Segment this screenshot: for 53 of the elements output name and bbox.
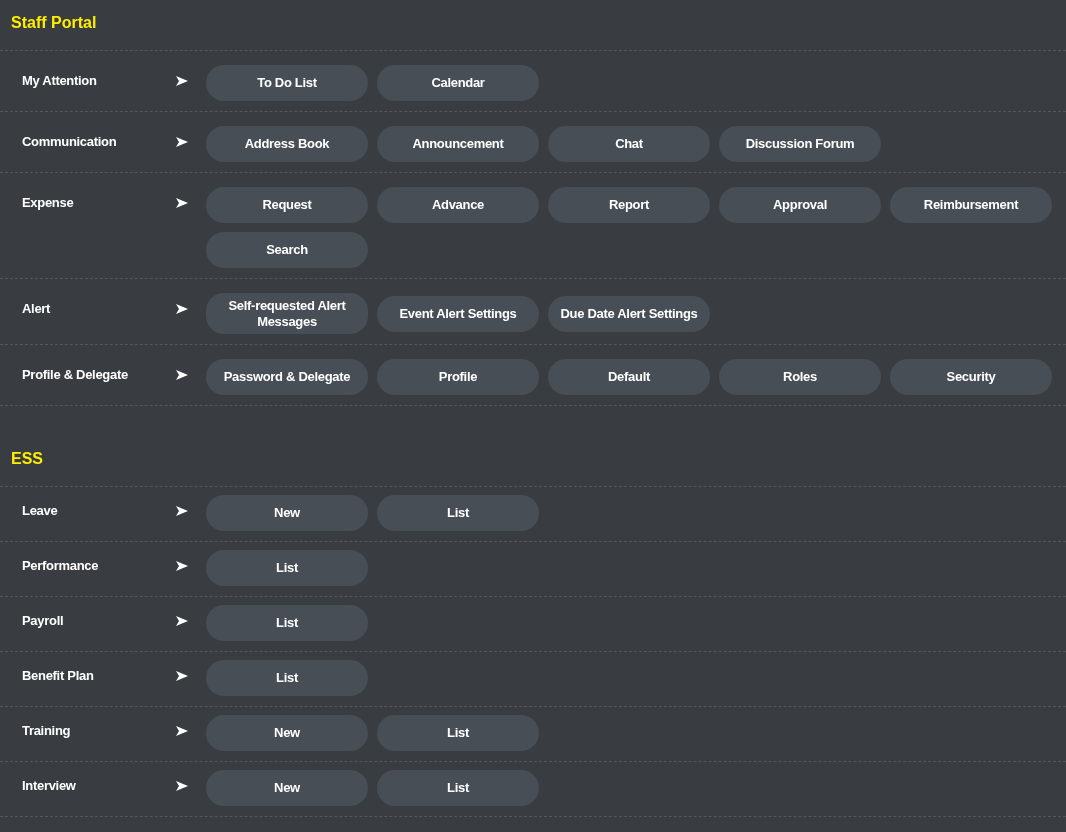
menu-button[interactable]: New (206, 495, 368, 532)
row-label: Benefit Plan (22, 667, 95, 684)
menu-button[interactable]: Discussion Forum (719, 126, 881, 162)
row-label: My Attention (22, 72, 98, 88)
menu-button[interactable]: Search (206, 232, 368, 268)
arrow-icon (176, 370, 188, 381)
menu-button[interactable]: Calendar (377, 65, 539, 101)
menu-button[interactable]: Due Date Alert Settings (548, 295, 710, 332)
row-label: Performance (22, 557, 100, 574)
menu-button[interactable]: Announcement (377, 126, 539, 162)
menu-button[interactable]: Profile (377, 359, 539, 396)
row-label: Alert (22, 300, 52, 316)
arrow-icon (176, 304, 188, 314)
menu-button[interactable]: Password & Delegate (206, 359, 368, 396)
arrow-icon (176, 137, 188, 147)
arrow-icon (176, 198, 188, 208)
menu-button[interactable]: List (377, 715, 539, 752)
menu-button[interactable]: Advance (377, 187, 539, 223)
arrow-icon (176, 671, 188, 682)
row-label: Expense (22, 194, 75, 210)
arrow-icon (176, 726, 188, 737)
menu-button[interactable]: List (206, 550, 368, 587)
menu-button[interactable]: To Do List (206, 65, 368, 101)
menu-button[interactable]: Report (548, 187, 710, 223)
arrow-icon (176, 76, 188, 86)
menu-button[interactable]: Reimbursement (890, 187, 1052, 223)
arrow-icon (176, 616, 188, 627)
section-title: ESS (10, 449, 44, 470)
menu-button[interactable]: Self-requested Alert Messages (206, 293, 368, 335)
menu-button[interactable]: Request (206, 187, 368, 223)
menu-button[interactable]: Chat (548, 126, 710, 162)
row-label: Profile & Delegate (22, 366, 129, 383)
row-label: Communication (22, 133, 118, 149)
row-label: Interview (22, 777, 77, 794)
section-title: Staff Portal (10, 13, 98, 33)
menu-button[interactable]: List (377, 495, 539, 532)
menu-button[interactable]: List (377, 770, 539, 807)
menu-button[interactable]: New (206, 715, 368, 752)
row-label: Payroll (22, 612, 65, 629)
menu-button[interactable]: Security (890, 359, 1052, 396)
menu-button[interactable]: Roles (719, 359, 881, 396)
arrow-icon (176, 781, 188, 792)
menu-button[interactable]: Event Alert Settings (377, 295, 539, 332)
row-label: Leave (22, 502, 59, 519)
menu-button[interactable]: Default (548, 359, 710, 396)
menu-button[interactable]: Approval (719, 187, 881, 223)
row-label: Training (22, 722, 72, 739)
menu-button[interactable]: New (206, 770, 368, 807)
menu-button[interactable]: List (206, 660, 368, 697)
arrow-icon (176, 506, 188, 517)
arrow-icon (176, 561, 188, 572)
menu-button[interactable]: List (206, 605, 368, 642)
menu-button[interactable]: Address Book (206, 126, 368, 162)
